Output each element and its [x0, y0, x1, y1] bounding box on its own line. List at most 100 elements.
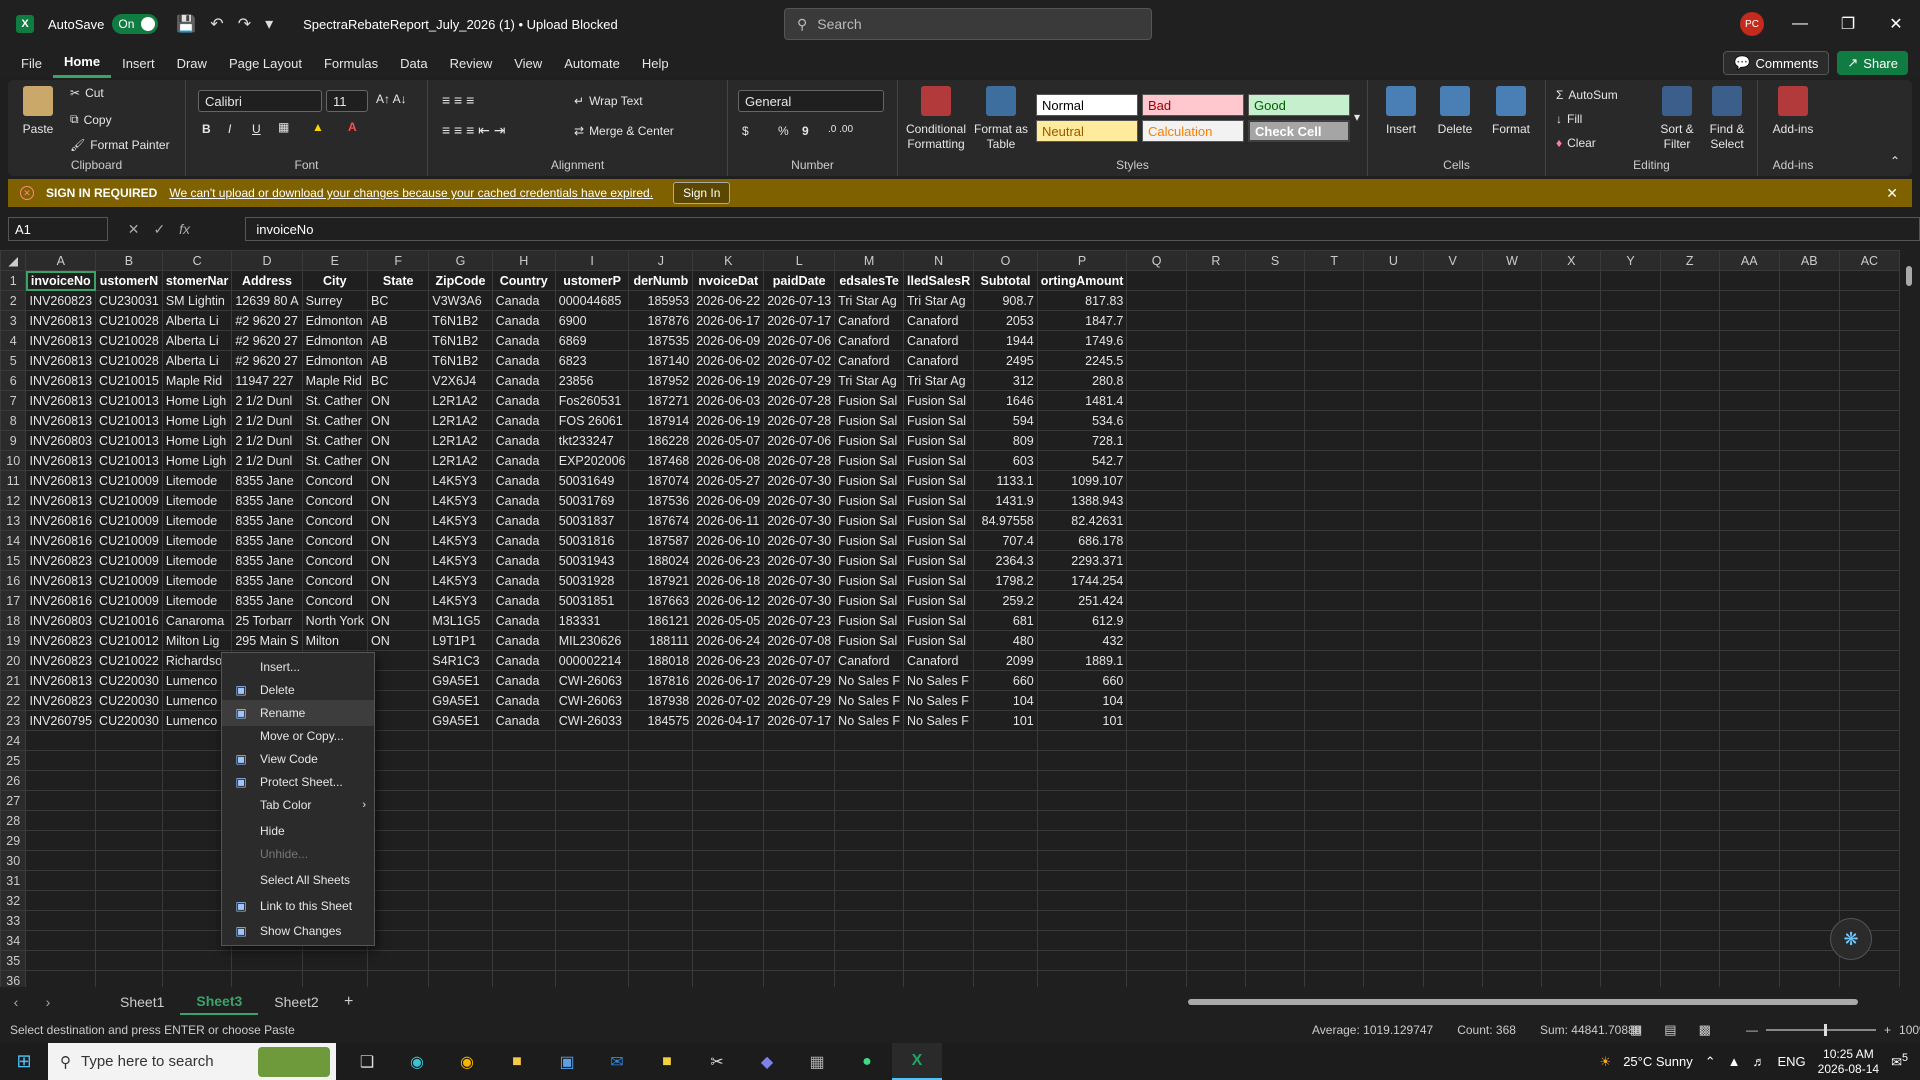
cell[interactable]	[428, 810, 493, 831]
cell[interactable]	[1363, 510, 1424, 531]
cell[interactable]: ON	[366, 450, 430, 471]
cell[interactable]	[1659, 810, 1720, 831]
clear-button[interactable]: ♦ Clear	[1556, 136, 1596, 150]
cell[interactable]: L2R1A2	[428, 450, 493, 471]
row-header[interactable]: 16	[0, 570, 27, 591]
cell[interactable]	[1363, 890, 1424, 911]
cell[interactable]	[1363, 390, 1424, 411]
cell[interactable]	[1244, 510, 1306, 531]
cell[interactable]	[1481, 610, 1543, 631]
cell[interactable]: Fusion Sal	[834, 510, 905, 531]
column-header[interactable]: E	[301, 250, 368, 271]
cell[interactable]: 2 1/2 Dunl	[231, 390, 303, 411]
header-cell[interactable]	[1363, 270, 1424, 291]
cell[interactable]: ON	[366, 630, 430, 651]
cell[interactable]	[1244, 310, 1306, 331]
cell[interactable]: 1133.1	[973, 470, 1038, 491]
cell[interactable]	[1481, 750, 1543, 771]
cell[interactable]	[1126, 470, 1187, 491]
function-icon[interactable]: fx	[179, 221, 190, 238]
cell[interactable]: 2026-06-23	[692, 550, 765, 571]
cell[interactable]	[1126, 430, 1187, 451]
cell[interactable]	[1838, 610, 1900, 631]
cell[interactable]	[231, 950, 303, 971]
cell[interactable]	[1126, 630, 1187, 651]
cell[interactable]	[95, 870, 163, 891]
cell[interactable]: Canada	[491, 390, 556, 411]
cell[interactable]	[1541, 590, 1602, 611]
cell[interactable]	[1126, 930, 1187, 951]
cell[interactable]	[1244, 950, 1306, 971]
header-cell[interactable]: paidDate	[763, 270, 836, 291]
cell[interactable]	[1363, 850, 1424, 871]
cell[interactable]: Concord	[301, 510, 368, 531]
cell[interactable]	[1718, 850, 1780, 871]
cell[interactable]: Edmonton	[301, 350, 368, 371]
cell[interactable]	[1778, 430, 1840, 451]
page-layout-icon[interactable]: ▤	[1664, 1022, 1676, 1038]
cell[interactable]	[1659, 970, 1720, 987]
cell[interactable]	[1541, 870, 1602, 891]
cell[interactable]	[1481, 710, 1543, 731]
cell[interactable]	[1778, 790, 1840, 811]
cell[interactable]	[1600, 790, 1661, 811]
cell[interactable]	[1244, 530, 1306, 551]
cell[interactable]	[1481, 310, 1543, 331]
cell[interactable]	[1481, 410, 1543, 431]
cell[interactable]	[95, 810, 163, 831]
cell[interactable]	[1778, 450, 1840, 471]
cell[interactable]	[628, 830, 694, 851]
cell[interactable]: Concord	[301, 530, 368, 551]
row-header[interactable]: 9	[0, 430, 27, 451]
cell[interactable]	[1600, 950, 1661, 971]
cell[interactable]: V2X6J4	[428, 370, 493, 391]
header-cell[interactable]	[1659, 270, 1720, 291]
cell[interactable]: CU210009	[95, 590, 163, 611]
cell[interactable]	[1600, 750, 1661, 771]
cell[interactable]: 2026-05-05	[692, 610, 765, 631]
cell[interactable]	[1304, 310, 1365, 331]
cell[interactable]	[628, 910, 694, 931]
cell[interactable]: 1099.107	[1036, 470, 1128, 491]
cell[interactable]: CU210022	[95, 650, 163, 671]
cell[interactable]: FOS 26061	[554, 410, 630, 431]
cell[interactable]	[1422, 730, 1483, 751]
cell[interactable]	[1600, 650, 1661, 671]
cell[interactable]	[1718, 310, 1780, 331]
zoom-in-icon[interactable]: +	[1884, 1023, 1891, 1037]
row-header[interactable]: 23	[0, 710, 27, 731]
header-cell[interactable]	[1718, 270, 1780, 291]
cell[interactable]: INV260813	[25, 670, 97, 691]
cell[interactable]	[1778, 670, 1840, 691]
cell[interactable]: Maple Rid	[161, 370, 233, 391]
cell[interactable]	[1363, 530, 1424, 551]
cell[interactable]	[491, 850, 556, 871]
cell[interactable]	[1659, 570, 1720, 591]
cell[interactable]	[1718, 370, 1780, 391]
cell[interactable]	[95, 850, 163, 871]
cell[interactable]: tkt233247	[554, 430, 630, 451]
volume-icon[interactable]: ♬	[1753, 1054, 1766, 1069]
cell[interactable]: 2026-07-30	[763, 530, 836, 551]
cell[interactable]	[366, 870, 430, 891]
cell[interactable]	[1659, 610, 1720, 631]
cell[interactable]	[1036, 890, 1128, 911]
cell[interactable]: 183331	[554, 610, 630, 631]
cell[interactable]	[1363, 370, 1424, 391]
cell[interactable]: L4K5Y3	[428, 490, 493, 511]
cell[interactable]: T6N1B2	[428, 350, 493, 371]
cell[interactable]	[692, 770, 765, 791]
cell[interactable]: Canaford	[834, 650, 905, 671]
cell[interactable]	[1541, 830, 1602, 851]
cell[interactable]: Canada	[491, 670, 556, 691]
cell[interactable]	[1126, 530, 1187, 551]
cell[interactable]	[1778, 410, 1840, 431]
row-header[interactable]: 33	[0, 910, 27, 931]
cell[interactable]	[1304, 510, 1365, 531]
tab-insert[interactable]: Insert	[111, 48, 166, 78]
cell[interactable]	[491, 770, 556, 791]
row-header[interactable]: 13	[0, 510, 27, 531]
column-header[interactable]: AB	[1778, 250, 1840, 271]
header-cell[interactable]	[1778, 270, 1840, 291]
cell[interactable]	[1481, 930, 1543, 951]
